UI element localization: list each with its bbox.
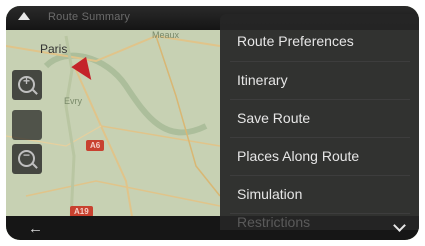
city-label: Paris	[40, 42, 68, 56]
zoom-out-button[interactable]: −	[12, 144, 42, 174]
screen: Paris Meaux Evry A6 A19 Route Summary + …	[6, 6, 419, 240]
road-badge: A6	[86, 140, 105, 151]
map-control-button[interactable]	[12, 110, 42, 140]
zoom-in-button[interactable]: +	[12, 70, 42, 100]
zoom-out-symbol: −	[22, 148, 30, 162]
zoom-in-symbol: +	[22, 74, 30, 88]
chevron-down-icon	[393, 219, 406, 232]
menu-item-route-preferences[interactable]: Route Preferences	[220, 22, 419, 60]
route-menu: Route Preferences Itinerary Save Route P…	[220, 14, 419, 230]
city-label: Evry	[64, 96, 82, 106]
navigation-arrow-icon	[18, 12, 30, 20]
menu-item-simulation[interactable]: Simulation	[220, 175, 419, 213]
page-title: Route Summary	[48, 11, 131, 23]
menu-item-places-along-route[interactable]: Places Along Route	[220, 137, 419, 175]
menu-item-save-route[interactable]: Save Route	[220, 99, 419, 137]
city-label: Meaux	[152, 30, 180, 40]
menu-item-itinerary[interactable]: Itinerary	[220, 61, 419, 99]
expand-menu-button[interactable]	[381, 216, 419, 240]
back-arrow-icon[interactable]: ←	[28, 220, 43, 237]
